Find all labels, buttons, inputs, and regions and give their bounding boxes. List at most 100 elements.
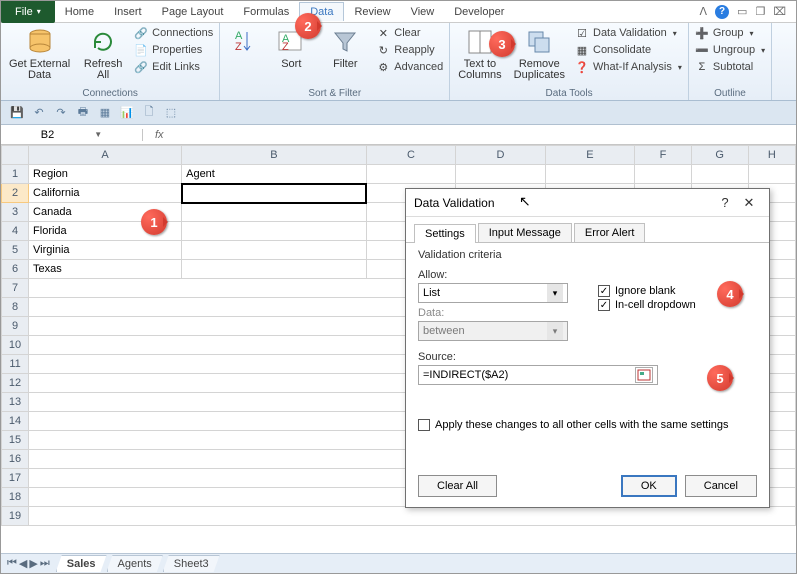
redo-icon[interactable]: ↷ (53, 105, 69, 121)
sheet-tab-sheet3[interactable]: Sheet3 (163, 555, 220, 572)
apply-all-checkbox[interactable]: Apply these changes to all other cells w… (418, 419, 757, 431)
qat-icon[interactable]: 🗋 (141, 105, 157, 121)
cell[interactable] (748, 165, 795, 184)
row-header[interactable]: 14 (2, 412, 29, 431)
row-header[interactable]: 15 (2, 431, 29, 450)
row-header[interactable]: 8 (2, 298, 29, 317)
col-header-D[interactable]: D (456, 146, 545, 165)
last-sheet-icon[interactable]: ⏭ (40, 557, 50, 570)
row-header[interactable]: 12 (2, 374, 29, 393)
cell[interactable]: California (29, 184, 182, 203)
tab-developer[interactable]: Developer (444, 3, 514, 21)
connections-item[interactable]: 🔗Connections (132, 25, 215, 41)
edit-links-item[interactable]: 🔗Edit Links (132, 59, 215, 75)
cell[interactable] (182, 241, 367, 260)
dialog-close-icon[interactable]: ✕ (737, 195, 761, 211)
cell[interactable] (691, 165, 748, 184)
next-sheet-icon[interactable]: ▶ (29, 557, 37, 570)
filter-button[interactable]: Filter (320, 25, 370, 74)
sheet-tab-agents[interactable]: Agents (107, 555, 163, 572)
col-header-C[interactable]: C (366, 146, 455, 165)
clear-all-button[interactable]: Clear All (418, 475, 497, 497)
cell[interactable]: Texas (29, 260, 182, 279)
col-header-F[interactable]: F (635, 146, 692, 165)
first-sheet-icon[interactable]: ⏮ (7, 557, 17, 570)
ignore-blank-checkbox[interactable]: ✓Ignore blank (598, 285, 696, 297)
ok-button[interactable]: OK (621, 475, 677, 497)
cell[interactable] (182, 222, 367, 241)
properties-item[interactable]: 📄Properties (132, 42, 215, 58)
sheet-nav[interactable]: ⏮◀▶⏭ (1, 557, 56, 570)
tab-page-layout[interactable]: Page Layout (152, 3, 234, 21)
cell[interactable]: Region (29, 165, 182, 184)
allow-dropdown[interactable]: List▾ (418, 283, 568, 303)
tab-formulas[interactable]: Formulas (233, 3, 299, 21)
cell[interactable]: Virginia (29, 241, 182, 260)
cell[interactable] (182, 260, 367, 279)
tab-review[interactable]: Review (344, 3, 400, 21)
col-header-H[interactable]: H (748, 146, 795, 165)
dialog-tab-input-message[interactable]: Input Message (478, 223, 572, 242)
file-tab[interactable]: File▾ (1, 1, 55, 23)
row-header[interactable]: 2 (2, 184, 29, 203)
cell[interactable] (366, 165, 455, 184)
sheet-tab-sales[interactable]: Sales (56, 555, 107, 572)
col-header-A[interactable]: A (29, 146, 182, 165)
print-icon[interactable]: 🖶 (75, 105, 91, 121)
remove-duplicates-button[interactable]: Remove Duplicates (510, 25, 569, 85)
cell[interactable]: Agent (182, 165, 367, 184)
col-header-B[interactable]: B (182, 146, 367, 165)
qat-icon[interactable]: ▦ (97, 105, 113, 121)
cell[interactable] (545, 165, 634, 184)
row-header[interactable]: 18 (2, 488, 29, 507)
tab-insert[interactable]: Insert (104, 3, 152, 21)
cell[interactable] (635, 165, 692, 184)
row-header[interactable]: 4 (2, 222, 29, 241)
row-header[interactable]: 17 (2, 469, 29, 488)
get-external-data-button[interactable]: Get External Data (5, 25, 74, 85)
data-validation-item[interactable]: ☑Data Validation▾ (573, 25, 684, 41)
cell[interactable] (182, 203, 367, 222)
minimize-ribbon-icon[interactable]: ᐱ (700, 5, 708, 18)
restore-icon[interactable]: ❐ (755, 5, 765, 18)
row-header[interactable]: 19 (2, 507, 29, 526)
help-icon[interactable]: ? (715, 5, 729, 19)
source-input[interactable]: =INDIRECT($A2) (418, 365, 658, 385)
close-icon[interactable]: ⌧ (773, 5, 786, 18)
reapply-item[interactable]: ↻Reapply (374, 42, 445, 58)
cell-selected[interactable] (182, 184, 367, 203)
refresh-all-button[interactable]: Refresh All (78, 25, 128, 85)
qat-icon[interactable]: 📊 (119, 105, 135, 121)
ungroup-item[interactable]: ➖Ungroup▾ (693, 42, 767, 58)
tab-view[interactable]: View (401, 3, 445, 21)
cell[interactable] (29, 507, 796, 526)
row-header[interactable]: 5 (2, 241, 29, 260)
row-header[interactable]: 6 (2, 260, 29, 279)
clear-item[interactable]: ✕Clear (374, 25, 445, 41)
undo-icon[interactable]: ↶ (31, 105, 47, 121)
tab-home[interactable]: Home (55, 3, 104, 21)
cancel-button[interactable]: Cancel (685, 475, 757, 497)
incell-dropdown-checkbox[interactable]: ✓In-cell dropdown (598, 299, 696, 311)
range-picker-icon[interactable] (635, 367, 653, 383)
advanced-item[interactable]: ⚙Advanced (374, 59, 445, 75)
row-header[interactable]: 7 (2, 279, 29, 298)
group-item[interactable]: ➕Group▾ (693, 25, 767, 41)
row-header[interactable]: 9 (2, 317, 29, 336)
cell[interactable] (456, 165, 545, 184)
col-header-G[interactable]: G (691, 146, 748, 165)
col-header-E[interactable]: E (545, 146, 634, 165)
qat-icon[interactable]: ⬚ (163, 105, 179, 121)
name-box[interactable]: B2▼ (1, 129, 143, 141)
prev-sheet-icon[interactable]: ◀ (19, 557, 27, 570)
save-icon[interactable]: 💾 (9, 105, 25, 121)
row-header[interactable]: 3 (2, 203, 29, 222)
select-all-corner[interactable] (2, 146, 29, 165)
whatif-item[interactable]: ❓What-If Analysis▾ (573, 59, 684, 75)
dialog-help-icon[interactable]: ? (713, 195, 737, 210)
fx-label[interactable]: fx (143, 129, 176, 141)
row-header[interactable]: 1 (2, 165, 29, 184)
dialog-tab-settings[interactable]: Settings (414, 224, 476, 243)
row-header[interactable]: 10 (2, 336, 29, 355)
consolidate-item[interactable]: ▦Consolidate (573, 42, 684, 58)
